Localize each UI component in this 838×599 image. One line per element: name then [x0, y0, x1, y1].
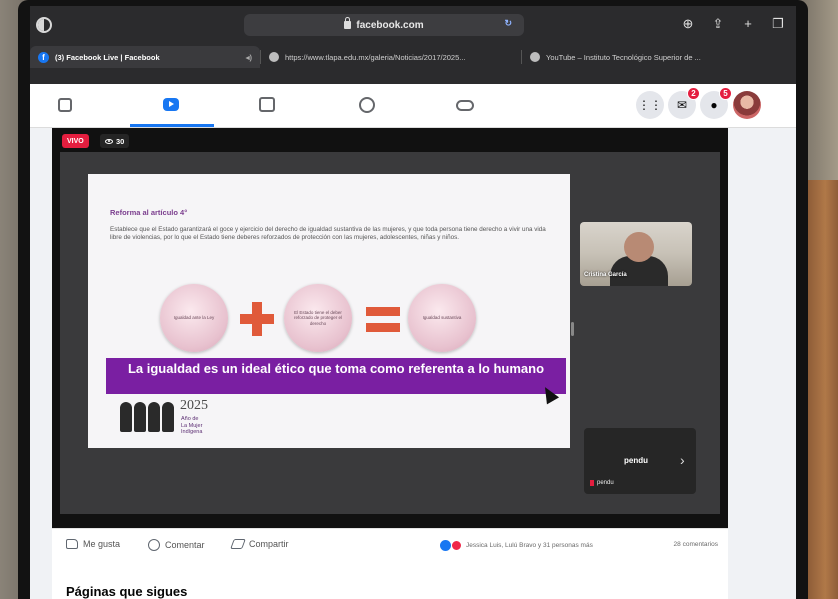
viewer-count: 30	[100, 134, 130, 148]
browser-chrome: facebook.com ↻ ⊕ ⇪ + ❐ f (3) Facebook Li…	[30, 6, 796, 84]
lock-icon	[344, 17, 352, 29]
live-video-player[interactable]: VIVO 30 Reforma al artículo 4° Establece…	[52, 128, 728, 528]
live-badge: VIVO	[62, 134, 89, 148]
pages-title: Páginas que sigues	[66, 584, 188, 599]
logo-year: 2025	[180, 398, 208, 413]
pages-you-follow-card: Páginas que sigues	[52, 564, 728, 599]
active-tab-indicator	[130, 124, 214, 127]
like-reaction-icon	[440, 540, 451, 551]
home-icon[interactable]	[54, 94, 76, 116]
post-actions: Me gusta Comentar Compartir Jessica Luis…	[52, 528, 728, 564]
gaming-icon[interactable]	[454, 94, 476, 116]
video-icon[interactable]	[160, 94, 182, 116]
eye-icon	[105, 138, 113, 144]
facebook-favicon-icon: f	[38, 51, 49, 63]
new-tab-icon[interactable]: +	[740, 16, 756, 32]
globe-favicon-icon	[530, 52, 540, 62]
share-button[interactable]: Compartir	[230, 539, 289, 549]
women-logo-icon	[120, 398, 176, 434]
menu-grid-icon[interactable]: ⋮⋮	[636, 91, 664, 119]
mic-indicator-icon	[590, 480, 594, 486]
tab-label: (3) Facebook Live | Facebook	[55, 52, 160, 62]
notifications-bell-icon[interactable]: ● 5	[700, 87, 732, 119]
like-button[interactable]: Me gusta	[66, 539, 120, 549]
pending-label: pendu	[624, 456, 648, 465]
tab-youtube[interactable]: YouTube – Instituto Tecnológico Superior…	[522, 46, 792, 68]
share-label: Compartir	[249, 539, 289, 549]
slide-heading: Reforma al artículo 4°	[110, 208, 188, 217]
tab-tlapa[interactable]: https://www.tlapa.edu.mx/galeria/Noticia…	[261, 46, 521, 68]
groups-icon[interactable]	[356, 94, 378, 116]
reactions-text: Jessica Luis, Lulú Bravo y 31 personas m…	[466, 542, 593, 549]
thumbs-up-icon	[66, 539, 78, 549]
slide-body-text: Establece que el Estado garantizará el g…	[110, 226, 546, 241]
url-text: facebook.com	[356, 19, 424, 31]
participant-name: Cristina García	[584, 272, 627, 278]
slide-circle-2: El Estado tiene el deber reforzado de pr…	[284, 284, 352, 352]
address-row: facebook.com ↻ ⊕ ⇪ + ❐	[30, 14, 796, 40]
logo-caption: Año de La Mujer Indígena	[181, 416, 202, 436]
love-reaction-icon	[451, 540, 462, 551]
share-arrow-icon	[230, 539, 246, 549]
participant-face	[624, 232, 654, 262]
like-label: Me gusta	[83, 539, 121, 549]
circle-3-text: Igualdad sustantiva	[422, 315, 462, 321]
url-bar[interactable]: facebook.com ↻	[244, 14, 524, 36]
comments-count[interactable]: 28 comentarios	[674, 541, 718, 548]
viewer-count-value: 30	[116, 136, 125, 146]
laptop-screen: facebook.com ↻ ⊕ ⇪ + ❐ f (3) Facebook Li…	[30, 6, 796, 599]
live-post: VIVO 30 Reforma al artículo 4° Establece…	[52, 128, 728, 599]
audio-icon[interactable]: ◂)	[246, 53, 252, 62]
tab-facebook-live[interactable]: f (3) Facebook Live | Facebook ◂)	[30, 46, 260, 68]
background-furniture	[806, 180, 838, 599]
tab-overview-icon[interactable]: ❐	[770, 16, 786, 32]
slide-circle-3: Igualdad sustantiva	[408, 284, 476, 352]
logo-line-3: Indígena	[181, 429, 203, 435]
stage-resize-handle[interactable]	[571, 322, 574, 336]
sidebar-toggle-icon[interactable]	[36, 17, 52, 33]
comment-button[interactable]: Comentar	[148, 539, 205, 551]
reactions-summary[interactable]: Jessica Luis, Lulú Bravo y 31 personas m…	[440, 540, 593, 551]
browser-toolbar: ⊕ ⇪ + ❐	[680, 16, 786, 32]
download-icon[interactable]: ⊕	[680, 16, 696, 32]
facebook-top-nav: ⋮⋮ ✉ 2 ● 5	[30, 84, 796, 128]
share-icon[interactable]: ⇪	[710, 16, 726, 32]
circle-2-text: El Estado tiene el deber reforzado de pr…	[293, 309, 343, 326]
equals-icon	[366, 307, 400, 333]
messenger-badge: 2	[687, 87, 700, 100]
stream-stage: Reforma al artículo 4° Establece que el …	[60, 152, 720, 514]
tab-strip: f (3) Facebook Live | Facebook ◂) https:…	[30, 46, 796, 70]
reload-icon[interactable]: ↻	[504, 18, 512, 29]
marketplace-icon[interactable]	[256, 94, 278, 116]
presentation-slide: Reforma al artículo 4° Establece que el …	[88, 174, 570, 448]
notifications-badge: 5	[719, 87, 732, 100]
tab-label: https://www.tlapa.edu.mx/galeria/Noticia…	[285, 52, 466, 62]
slide-banner: La igualdad es un ideal ético que toma c…	[106, 358, 566, 394]
comment-icon	[148, 539, 160, 551]
participant-camera-tile[interactable]: Cristina García	[580, 222, 692, 286]
plus-icon	[240, 302, 274, 336]
pending-mini: pendu	[590, 480, 614, 486]
tab-label: YouTube – Instituto Tecnológico Superior…	[546, 52, 701, 62]
profile-avatar[interactable]	[733, 91, 761, 119]
pending-mini-label: pendu	[597, 480, 614, 486]
comment-label: Comentar	[165, 540, 205, 550]
slide-circle-1: Igualdad ante la Ley	[160, 284, 228, 352]
chevron-right-icon[interactable]: ›	[680, 452, 685, 468]
messenger-icon[interactable]: ✉ 2	[668, 87, 700, 119]
participant-pending-tile[interactable]: pendu › pendu	[584, 428, 696, 494]
circle-1-text: Igualdad ante la Ley	[173, 315, 215, 321]
globe-favicon-icon	[269, 52, 279, 62]
